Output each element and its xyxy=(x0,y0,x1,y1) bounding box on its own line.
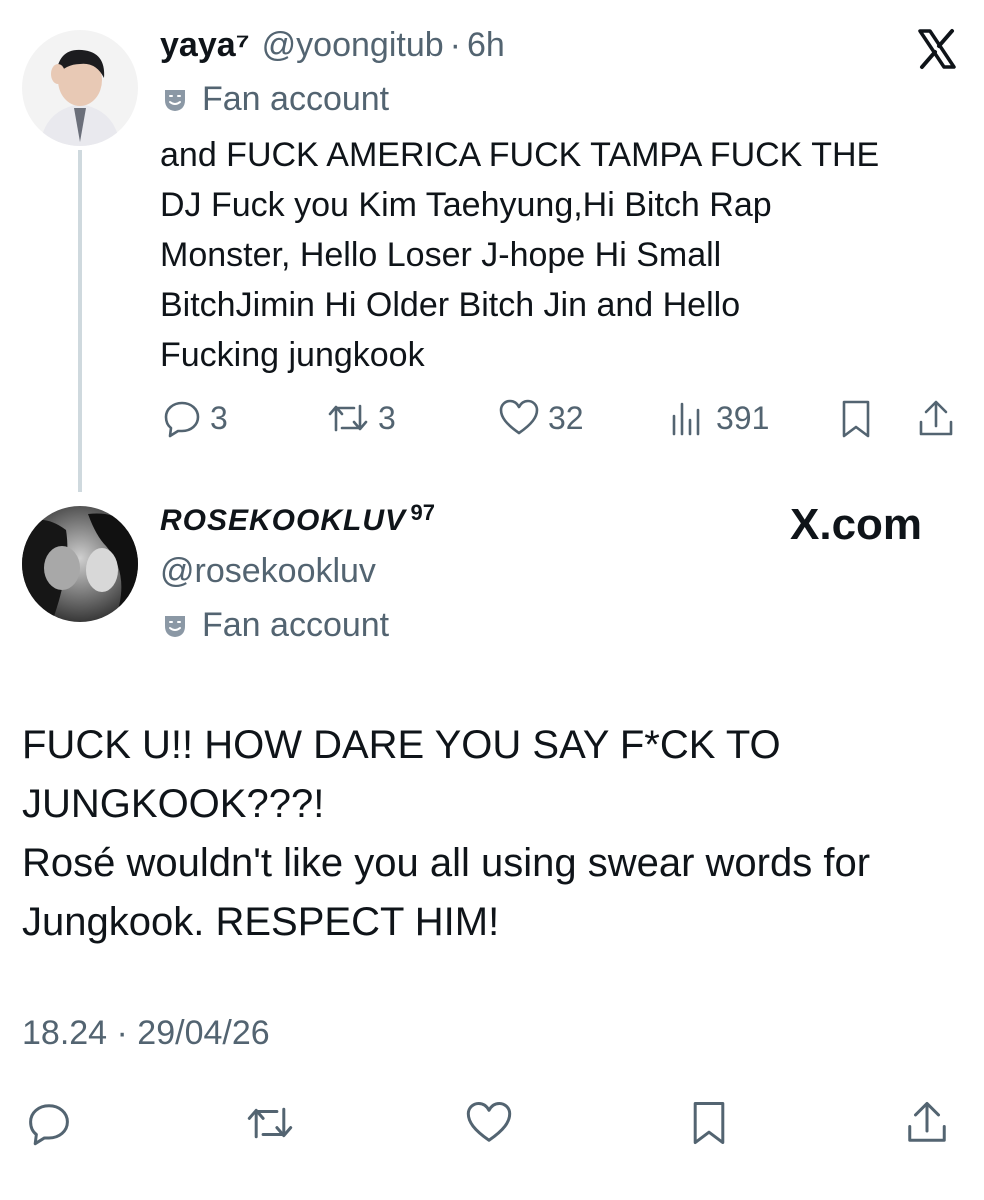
repost-icon xyxy=(247,1107,293,1139)
heart-icon xyxy=(499,399,539,435)
fan-account-badge: Fan account xyxy=(162,80,389,119)
tweet-1-text: and FUCK AMERICA FUCK TAMPA FUCK THE DJ … xyxy=(160,130,970,380)
repost-button[interactable]: 3 xyxy=(326,398,396,438)
like-count: 32 xyxy=(548,399,584,436)
views-icon xyxy=(672,402,700,436)
tweet-2-text: FUCK U!! HOW DARE YOU SAY F*CK TO JUNGKO… xyxy=(22,716,972,952)
bookmark-button[interactable] xyxy=(686,1098,732,1148)
fan-account-badge: Fan account xyxy=(162,606,389,645)
share-button[interactable] xyxy=(904,1098,950,1148)
share-button[interactable] xyxy=(916,398,956,440)
repost-button[interactable] xyxy=(244,1100,296,1146)
reply-button[interactable]: 3 xyxy=(162,398,228,438)
text-line: BitchJimin Hi Older Bitch Jin and Hello xyxy=(160,286,741,324)
x-com-watermark: X.com xyxy=(790,500,923,549)
heart-icon xyxy=(466,1101,512,1142)
theater-mask-icon xyxy=(165,89,185,111)
text-line: and FUCK AMERICA FUCK TAMPA FUCK THE xyxy=(160,136,880,174)
bookmark-button[interactable] xyxy=(836,398,876,440)
reply-count: 3 xyxy=(210,399,228,436)
x-logo-icon xyxy=(916,28,958,70)
repost-icon xyxy=(328,404,368,432)
like-button[interactable]: 32 xyxy=(498,398,584,438)
display-name[interactable]: yaya⁷ xyxy=(160,26,250,65)
text-line: Rosé wouldn't like you all using swear w… xyxy=(22,841,871,885)
thread-line xyxy=(78,150,82,492)
tweet-time[interactable]: 6h xyxy=(467,26,505,65)
avatar-rosekookluv[interactable] xyxy=(22,506,138,622)
reply-icon xyxy=(29,1104,69,1146)
share-icon xyxy=(919,400,953,436)
name-superscript: 97 xyxy=(410,500,435,525)
views-button[interactable]: 391 xyxy=(668,398,769,438)
reply-button[interactable] xyxy=(26,1100,72,1146)
badge-label: Fan account xyxy=(202,80,390,118)
avatar-yoongitub[interactable] xyxy=(22,30,138,146)
handle[interactable]: @rosekookluv xyxy=(160,552,376,591)
bookmark-icon xyxy=(693,1101,725,1145)
display-name[interactable]: ROSEKOOKLUV xyxy=(160,504,406,537)
text-line: JUNGKOOK???! xyxy=(22,782,325,826)
text-line: Fucking jungkook xyxy=(160,336,425,374)
like-button[interactable] xyxy=(464,1100,514,1146)
handle[interactable]: @yoongitub xyxy=(262,26,444,65)
text-line: Jungkook. RESPECT HIM! xyxy=(22,900,500,944)
tweet-2-name: ROSEKOOKLUV 97 xyxy=(160,500,435,538)
repost-count: 3 xyxy=(378,399,396,436)
text-line: DJ Fuck you Kim Taehyung,Hi Bitch Rap xyxy=(160,186,772,224)
theater-mask-icon xyxy=(165,615,185,637)
separator: · xyxy=(449,26,461,64)
share-icon xyxy=(908,1101,946,1142)
text-line: Monster, Hello Loser J-hope Hi Small xyxy=(160,236,722,274)
badge-label: Fan account xyxy=(202,606,390,644)
text-line: FUCK U!! HOW DARE YOU SAY F*CK TO xyxy=(22,723,781,767)
tweet-1-header: yaya⁷ @yoongitub · 6h xyxy=(160,26,505,65)
bookmark-icon xyxy=(842,400,870,438)
reply-icon xyxy=(164,401,200,438)
tweet-timestamp[interactable]: 18.24 · 29/04/26 xyxy=(22,1014,270,1053)
views-count: 391 xyxy=(716,399,770,436)
